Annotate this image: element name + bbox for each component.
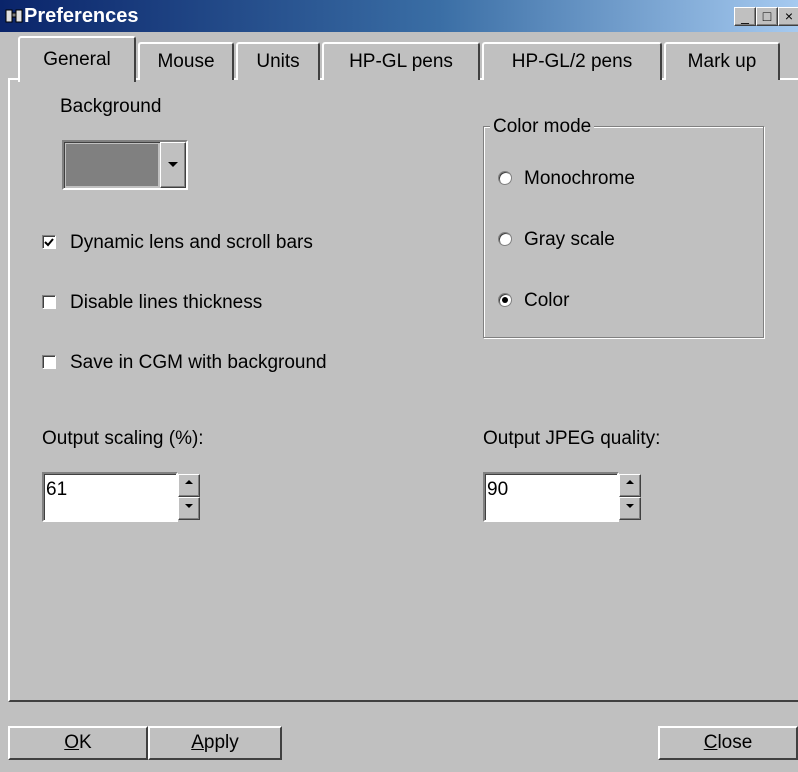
dynamic-lens-label: Dynamic lens and scroll bars [70, 232, 313, 253]
jpeg-quality-label: Output JPEG quality: [483, 428, 661, 449]
background-color-swatch [66, 144, 158, 186]
radio-color[interactable]: Color [498, 290, 698, 312]
maximize-button[interactable]: □ [756, 7, 778, 26]
radio-gray-scale[interactable]: Gray scale [498, 229, 698, 251]
save-cgm-label: Save in CGM with background [70, 352, 327, 373]
dropdown-arrow-icon [168, 162, 178, 167]
radio-selected-dot-icon [502, 297, 508, 303]
down-arrow-icon [626, 504, 634, 508]
ok-button[interactable]: OK [8, 726, 148, 760]
option-disable-thickness[interactable]: Disable lines thickness [42, 292, 342, 314]
tab-general[interactable]: General [18, 36, 136, 82]
color-radio[interactable] [498, 293, 512, 307]
save-cgm-checkbox[interactable] [42, 355, 56, 369]
monochrome-label: Monochrome [524, 168, 635, 189]
jpeg-quality-input[interactable]: 90 [483, 472, 619, 522]
output-scaling-label: Output scaling (%): [42, 428, 204, 449]
tab-mouse[interactable]: Mouse [138, 42, 234, 80]
tab-hpgl-pens[interactable]: HP-GL pens [322, 42, 480, 80]
minimize-button[interactable]: _ [734, 7, 756, 26]
close-icon: × [784, 8, 794, 24]
output-scaling-up-button[interactable] [178, 474, 200, 497]
monochrome-radio[interactable] [498, 171, 512, 185]
maximize-icon: □ [762, 8, 772, 24]
close-label-rest: lose [717, 732, 753, 753]
jpeg-quality-up-button[interactable] [619, 474, 641, 497]
ok-label-rest: K [79, 732, 92, 753]
window-title: Preferences [24, 5, 139, 27]
binoculars-icon [5, 9, 23, 23]
jpeg-quality-value: 90 [487, 479, 509, 500]
minimize-icon: _ [741, 8, 749, 24]
up-arrow-icon [626, 480, 634, 484]
close-mnemonic: C [703, 732, 718, 753]
apply-mnemonic: A [191, 732, 204, 753]
apply-button[interactable]: Apply [148, 726, 282, 760]
close-button[interactable]: Close [658, 726, 798, 760]
tab-hpgl2-pens[interactable]: HP-GL/2 pens [482, 42, 662, 80]
background-label: Background [60, 96, 162, 117]
close-window-button[interactable]: × [778, 7, 798, 26]
apply-label-rest: pply [203, 732, 239, 753]
color-label: Color [524, 290, 570, 311]
color-mode-title: Color mode [490, 116, 595, 138]
ok-mnemonic: O [64, 732, 80, 753]
dynamic-lens-checkbox[interactable] [42, 235, 56, 249]
output-scaling-value: 61 [46, 479, 68, 500]
output-scaling-input[interactable]: 61 [42, 472, 178, 522]
tab-mark-up[interactable]: Mark up [664, 42, 780, 80]
radio-monochrome[interactable]: Monochrome [498, 168, 698, 190]
background-dropdown-button[interactable] [160, 142, 186, 188]
tab-units[interactable]: Units [236, 42, 320, 80]
disable-thickness-label: Disable lines thickness [70, 292, 263, 313]
disable-thickness-checkbox[interactable] [42, 295, 56, 309]
gray-scale-label: Gray scale [524, 229, 615, 250]
option-save-cgm[interactable]: Save in CGM with background [42, 352, 402, 374]
down-arrow-icon [185, 504, 193, 508]
gray-scale-radio[interactable] [498, 232, 512, 246]
output-scaling-down-button[interactable] [178, 497, 200, 520]
jpeg-quality-down-button[interactable] [619, 497, 641, 520]
option-dynamic-lens[interactable]: Dynamic lens and scroll bars [42, 232, 382, 254]
up-arrow-icon [185, 480, 193, 484]
background-color-picker[interactable] [62, 140, 188, 190]
checkmark-icon [44, 238, 54, 247]
